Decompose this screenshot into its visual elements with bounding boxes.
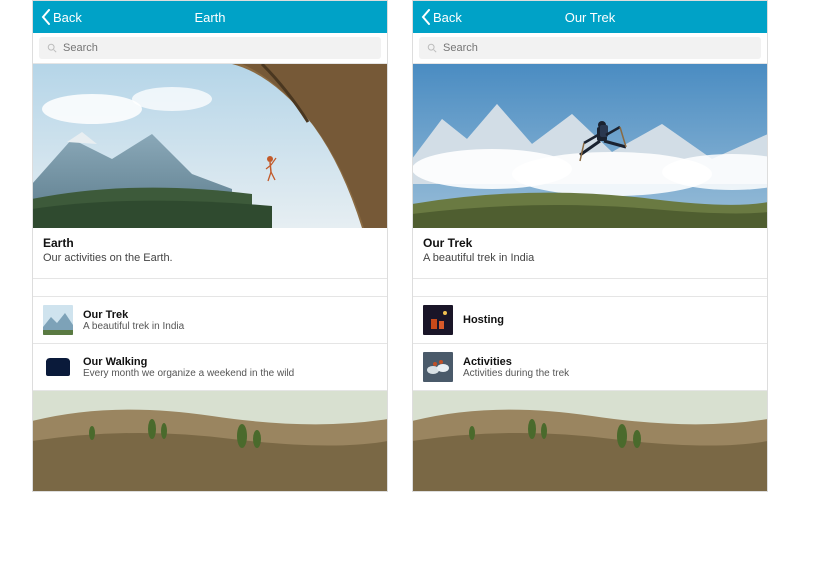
thumb-hosting-icon: [423, 305, 453, 335]
back-button[interactable]: Back: [413, 9, 470, 25]
list-item-walking[interactable]: Our Walking Every month we organize a we…: [33, 344, 387, 391]
screen-trek: Back Our Trek: [412, 0, 768, 492]
searchbar: [33, 33, 387, 64]
back-button[interactable]: Back: [33, 9, 90, 25]
list-item-text: Our Trek A beautiful trek in India: [83, 309, 184, 332]
navbar: Back Our Trek: [413, 1, 767, 33]
chevron-left-icon: [41, 9, 51, 25]
thumb-trek-icon: [43, 305, 73, 335]
row-subtitle: Activities during the trek: [463, 368, 569, 379]
row-title: Hosting: [463, 314, 504, 326]
list-item-hosting[interactable]: Hosting: [413, 297, 767, 344]
headline-subtitle: Our activities on the Earth.: [43, 252, 377, 264]
navbar: Back Earth: [33, 1, 387, 33]
search-input[interactable]: [63, 42, 373, 54]
row-subtitle: Every month we organize a weekend in the…: [83, 368, 294, 379]
hero-image: [413, 64, 767, 228]
section-divider: [33, 279, 387, 297]
back-label: Back: [53, 10, 82, 25]
headline-title: Our Trek: [423, 236, 757, 250]
search-field-wrapper[interactable]: [419, 37, 761, 59]
bottom-image: [413, 391, 767, 491]
search-input[interactable]: [443, 42, 753, 54]
bottom-image: [33, 391, 387, 491]
search-field-wrapper[interactable]: [39, 37, 381, 59]
row-title: Our Walking: [83, 356, 294, 368]
list-item-text: Our Walking Every month we organize a we…: [83, 356, 294, 379]
row-title: Our Trek: [83, 309, 184, 321]
list-item-text: Hosting: [463, 314, 504, 326]
search-icon: [427, 43, 437, 53]
list-item-text: Activities Activities during the trek: [463, 356, 569, 379]
row-subtitle: A beautiful trek in India: [83, 321, 184, 332]
back-label: Back: [433, 10, 462, 25]
thumb-walking-icon: [43, 352, 73, 382]
headline: Our Trek A beautiful trek in India: [413, 228, 767, 279]
screen-earth: Back Earth: [32, 0, 388, 492]
thumb-activities-icon: [423, 352, 453, 382]
headline-title: Earth: [43, 236, 377, 250]
list-item-activities[interactable]: Activities Activities during the trek: [413, 344, 767, 391]
search-icon: [47, 43, 57, 53]
headline: Earth Our activities on the Earth.: [33, 228, 387, 279]
hero-image: [33, 64, 387, 228]
list-item-trek[interactable]: Our Trek A beautiful trek in India: [33, 297, 387, 344]
searchbar: [413, 33, 767, 64]
headline-subtitle: A beautiful trek in India: [423, 252, 757, 264]
chevron-left-icon: [421, 9, 431, 25]
section-divider: [413, 279, 767, 297]
row-title: Activities: [463, 356, 569, 368]
